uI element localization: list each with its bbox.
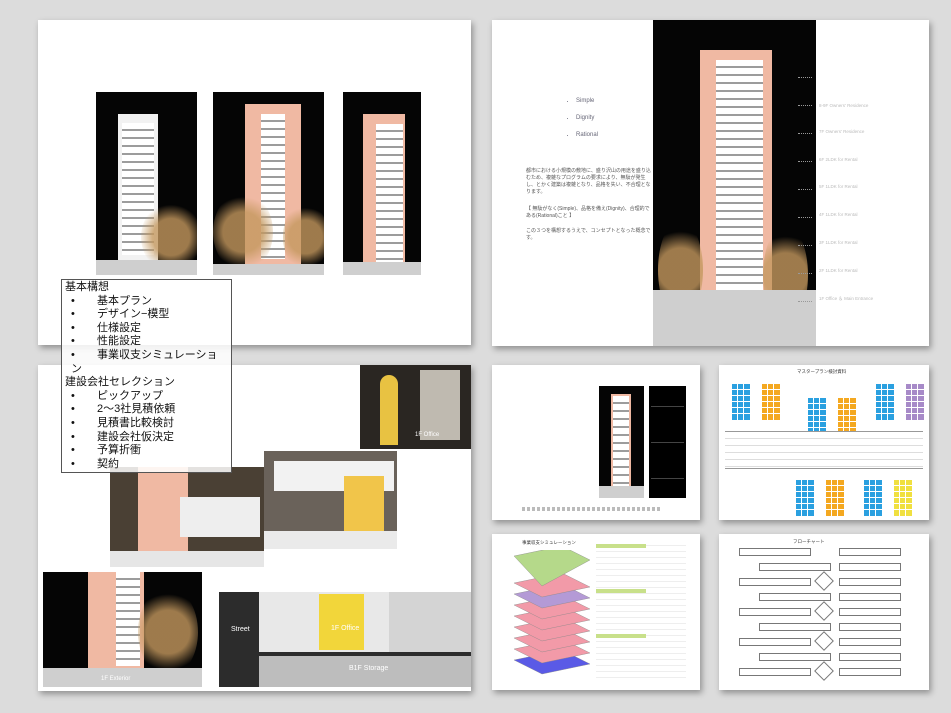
list-item: • デザイン−模型 — [71, 308, 170, 321]
flow-step — [739, 668, 811, 676]
master-plan-title: マスタープラン検討資料 — [797, 369, 847, 374]
keyword-dignity: Dignity — [576, 115, 598, 121]
flow-step — [839, 653, 901, 661]
photo-1f-office: 1F Office — [360, 365, 471, 449]
floor-stack-diagram — [513, 550, 591, 675]
concept-paragraph-2: 【 無駄がなく(Simple)、品格を備え(Dignity)、合理的である(Ra… — [526, 206, 650, 219]
list-item: • 予算折衝 — [71, 444, 141, 457]
model-photo-1 — [96, 92, 197, 275]
slide-master-plan[interactable]: マスタープラン検討資料 — [719, 365, 929, 520]
plan-grid — [899, 377, 925, 421]
plan-grid — [869, 377, 895, 421]
flow-step — [759, 563, 831, 571]
slide-simulation[interactable]: 事業収支シミュレーション — [492, 534, 700, 690]
list-item: • 建設会社仮決定 — [71, 430, 174, 443]
flow-step — [839, 668, 901, 676]
floor-label-8-9f: 8-9F Owners' Residence — [819, 103, 869, 108]
floor-label-5f: 5F 1LDK for Rental — [819, 184, 858, 189]
keyword-rational: Rational — [576, 132, 598, 138]
heading-basic-concept: 基本構想 — [65, 281, 109, 293]
flow-step — [839, 623, 901, 631]
flow-step — [839, 593, 901, 601]
concept-paragraph-1: 都市における小規模の敷地に、盛り沢山の用途を盛り込むため、複雑なプログラムの要求… — [526, 168, 651, 195]
photo-street-level — [110, 467, 264, 567]
plan-grid — [801, 391, 827, 435]
caption-street: Street — [231, 626, 250, 633]
list-item: • 2〜3社見積依頼 — [71, 403, 176, 416]
plan-grid — [725, 377, 751, 421]
heading-contractor-selection: 建設会社セレクション — [65, 376, 175, 389]
floor-label-2f: 2F 1LDK for Rental — [819, 268, 858, 273]
flow-step — [739, 638, 811, 646]
floor-label-1f: 1F Office ＆ Main Entrance — [819, 296, 874, 301]
caption-b1f-storage: B1F Storage — [349, 665, 389, 672]
list-item: • ピックアップ — [71, 389, 163, 402]
flow-decision — [814, 571, 834, 591]
flow-decision — [814, 661, 834, 681]
concept-keywords: Simple Dignity Rational — [558, 98, 598, 149]
concept-paragraph-3: この３つを構想するうえで、コンセプトとなった概念です。 — [526, 228, 651, 241]
slide-thumbnail-cover[interactable] — [492, 365, 700, 520]
flow-step — [739, 548, 811, 556]
flowchart-title: フローチャート — [793, 539, 825, 544]
list-item: • 基本プラン — [71, 294, 152, 307]
cover-title-panel — [649, 386, 686, 498]
flow-step — [759, 593, 831, 601]
flow-step — [839, 563, 901, 571]
project-phase-list: 基本構想 • 基本プラン • デザイン−模型 • 仕様設定 • 性能設定 • 事業収支シミ… — [61, 279, 232, 474]
simulation-title: 事業収支シミュレーション — [522, 540, 576, 545]
flow-decision — [814, 601, 834, 621]
model-photo-3 — [343, 92, 421, 275]
floor-label-4f: 4F 1LDK for Rental — [819, 212, 858, 217]
list-item: • 仕様設定 — [71, 321, 141, 334]
floor-label-6f: 6F 2LDK for Rental — [819, 157, 858, 162]
plan-grid — [887, 473, 913, 517]
flow-step — [839, 608, 901, 616]
list-item: • 性能設定 — [71, 335, 141, 348]
caption-1f-office-section: 1F Office — [331, 625, 360, 632]
plan-grid — [755, 377, 781, 421]
photo-1f-exterior: 1F Exterior — [43, 572, 202, 687]
plan-grid — [831, 391, 857, 435]
list-item: • 契約 — [71, 457, 119, 470]
plan-grid — [819, 473, 845, 517]
flow-step — [839, 638, 901, 646]
flow-step — [839, 578, 901, 586]
concept-model-photo — [653, 20, 816, 346]
floor-label-3f: 3F 1LDK for Rental — [819, 240, 858, 245]
keyword-simple: Simple — [576, 98, 598, 104]
photo-entrance — [264, 451, 397, 549]
caption-1f-exterior: 1F Exterior — [101, 676, 131, 682]
cover-model-photo — [599, 386, 644, 498]
model-photo-2 — [213, 92, 324, 275]
flow-step — [839, 548, 901, 556]
caption-1f-office: 1F Office — [415, 432, 440, 438]
plan-grid — [789, 473, 815, 517]
flow-step — [739, 578, 811, 586]
slide-concept[interactable]: Simple Dignity Rational 都市における小規模の敷地に、盛り… — [492, 20, 929, 346]
list-item: • 事業収支シミュレーション — [71, 348, 218, 375]
slide-flowchart[interactable]: フローチャート — [719, 534, 929, 690]
flow-step — [759, 653, 831, 661]
flow-decision — [814, 631, 834, 651]
photo-section-model: Street 1F Office B1F Storage — [219, 592, 471, 687]
floor-label-7f: 7F Owners' Residence — [819, 129, 865, 134]
plan-grid — [857, 473, 883, 517]
list-item: • 見積書比較検討 — [71, 416, 174, 429]
flow-step — [759, 623, 831, 631]
flow-step — [739, 608, 811, 616]
